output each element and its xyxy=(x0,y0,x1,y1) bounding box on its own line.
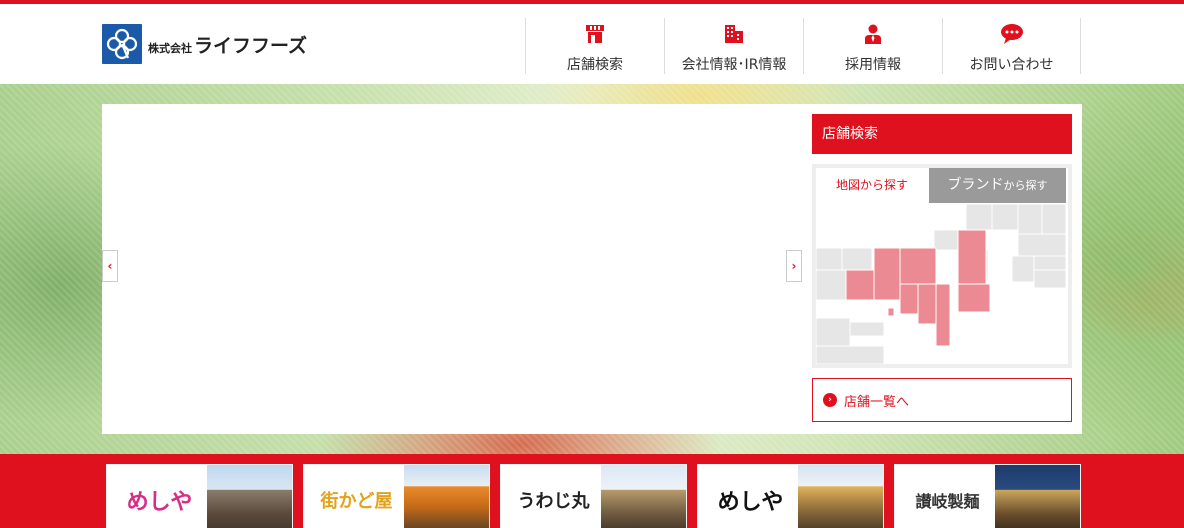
hero-section: ‹ › 店舗検索 地図から探す ブランドから探す › 店舗一覧へ xyxy=(0,84,1184,454)
map-region-pink-b[interactable] xyxy=(845,269,875,301)
map-region-pink-e[interactable] xyxy=(899,283,919,315)
tab-brand-main-label: ブランド xyxy=(947,177,1004,193)
person-icon xyxy=(864,24,882,44)
brand-logo-uwajimaru: うわじ丸 xyxy=(501,465,606,528)
slider-next-button[interactable]: › xyxy=(786,250,802,282)
circle-chevron-right-icon: › xyxy=(823,393,837,407)
map-region-pink-c[interactable] xyxy=(899,247,937,285)
nav-company-ir[interactable]: 会社情報･IR情報 xyxy=(664,18,803,74)
map-region-pink-i[interactable] xyxy=(887,307,895,317)
brand-cards: めしや 街かど屋 うわじ丸 めしや 讃岐製麺 xyxy=(106,464,1081,528)
store-photo xyxy=(404,465,489,528)
chevron-right-icon: › xyxy=(791,259,797,273)
company-name: 株式会社 ライフフーズ xyxy=(148,31,307,58)
hero-stage: ‹ › 店舗検索 地図から探す ブランドから探す › 店舗一覧へ xyxy=(102,104,1082,434)
map-region-pink-h[interactable] xyxy=(957,283,991,313)
site-logo[interactable]: 株式会社 ライフフーズ xyxy=(102,24,307,64)
brand-logo-meshiya: めしや xyxy=(107,465,212,528)
store-photo xyxy=(995,465,1080,528)
chevron-left-icon: ‹ xyxy=(107,259,113,273)
clover-logo-icon xyxy=(102,24,142,64)
brand-logo-meshiya-shokudo: めしや xyxy=(698,465,803,528)
store-photo xyxy=(798,465,883,528)
tab-search-by-map[interactable]: 地図から探す xyxy=(816,168,928,203)
map-region-pink-g[interactable] xyxy=(935,283,951,347)
building-icon xyxy=(724,24,744,44)
main-nav: 店舗検索 会社情報･IR情報 採用情報 お問い合わせ xyxy=(525,18,1081,74)
company-brand-name: ライフフーズ xyxy=(194,34,308,57)
chat-bubble-icon xyxy=(1000,24,1024,44)
brand-card-meshiya[interactable]: めしや xyxy=(106,464,293,528)
brand-logo-text: めしや xyxy=(126,490,193,515)
store-list-link[interactable]: › 店舗一覧へ xyxy=(812,378,1072,422)
brand-logo-text: 街かど屋 xyxy=(320,491,393,512)
tab-search-by-brand[interactable]: ブランドから探す xyxy=(929,168,1066,203)
nav-contact[interactable]: お問い合わせ xyxy=(942,18,1081,74)
map-region-pink-a[interactable] xyxy=(873,247,901,301)
store-photo xyxy=(601,465,686,528)
brand-logo-text: 讃岐製麺 xyxy=(915,492,980,511)
brand-logo-sanuki-seimen: 讃岐製麺 xyxy=(895,465,1000,528)
store-search-title: 店舗検索 xyxy=(812,114,1072,154)
brand-logo-text: うわじ丸 xyxy=(517,491,590,512)
site-header: 株式会社 ライフフーズ 店舗検索 会社情報･IR情報 採用情報 お問い合わせ xyxy=(0,4,1184,84)
nav-contact-label: お問い合わせ xyxy=(969,57,1054,73)
brand-bar: めしや 街かど屋 うわじ丸 めしや 讃岐製麺 xyxy=(0,454,1184,528)
store-icon xyxy=(585,24,605,44)
brand-logo-text: めしや xyxy=(717,490,784,515)
tab-brand-suffix-label: から探す xyxy=(1003,179,1048,192)
store-search-map-box: 地図から探す ブランドから探す xyxy=(812,164,1072,368)
slider-prev-button[interactable]: ‹ xyxy=(102,250,118,282)
nav-recruit[interactable]: 採用情報 xyxy=(803,18,942,74)
corp-prefix: 株式会社 xyxy=(148,41,192,55)
nav-store-search[interactable]: 店舗検索 xyxy=(525,18,664,74)
brand-card-uwajimaru[interactable]: うわじ丸 xyxy=(500,464,687,528)
store-search-map-inner: 地図から探す ブランドから探す xyxy=(816,168,1068,364)
nav-recruit-label: 採用情報 xyxy=(845,57,901,73)
store-search-panel: 店舗検索 地図から探す ブランドから探す › 店舗一覧へ xyxy=(812,114,1072,422)
map-region-pink-d[interactable] xyxy=(957,229,987,285)
brand-card-meshiya-shokudo[interactable]: めしや xyxy=(697,464,884,528)
brand-card-sanuki-seimen[interactable]: 讃岐製麺 xyxy=(894,464,1081,528)
store-list-label: 店舗一覧へ xyxy=(844,394,910,410)
map-region-pink-f[interactable] xyxy=(917,283,937,325)
brand-card-machikadoya[interactable]: 街かど屋 xyxy=(303,464,490,528)
brand-logo-machikadoya: 街かど屋 xyxy=(304,465,409,528)
nav-company-ir-label: 会社情報･IR情報 xyxy=(681,57,787,73)
japan-region-map[interactable] xyxy=(816,204,1068,364)
nav-store-search-label: 店舗検索 xyxy=(567,57,623,73)
store-photo xyxy=(207,465,292,528)
